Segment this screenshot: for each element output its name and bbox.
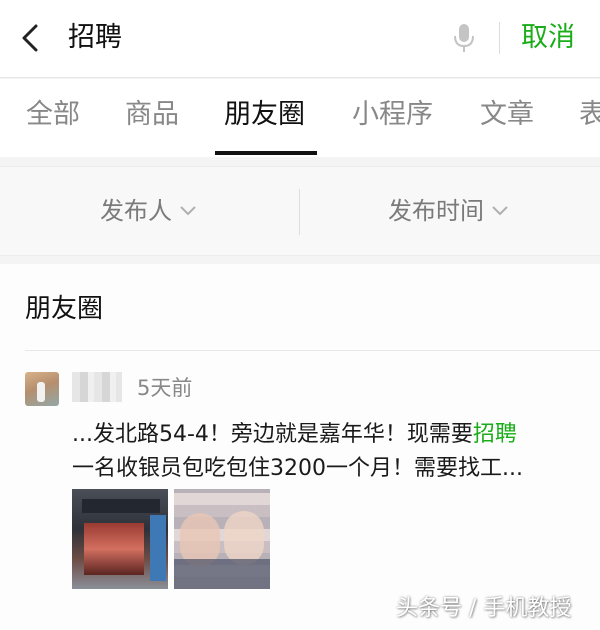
divider	[25, 350, 600, 351]
publish-time-filter[interactable]: 发布时间	[388, 194, 510, 228]
results-card: 朋友圈 5天前 ...发北路54-4！旁边就是嘉年华！现需要招聘 一名收银员包吃…	[0, 264, 600, 630]
tab-mini-programs[interactable]: 小程序	[352, 97, 433, 133]
publish-time-filter-label: 发布时间	[388, 197, 484, 225]
tab-more[interactable]: 表	[579, 97, 600, 133]
publisher-filter[interactable]: 发布人	[100, 194, 198, 228]
chevron-down-icon	[492, 206, 508, 216]
search-bar: 招聘 取消	[0, 0, 600, 78]
divider	[299, 189, 300, 235]
divider	[499, 22, 500, 54]
watermark: 头条号 / 手机教授	[396, 596, 572, 621]
post-image-blurred[interactable]	[174, 489, 270, 589]
post-text-line-1: ...发北路54-4！旁边就是嘉年华！现需要招聘	[72, 418, 582, 452]
filter-bar: 发布人 发布时间	[0, 166, 600, 256]
post-image-storefront[interactable]	[72, 489, 168, 589]
tab-articles[interactable]: 文章	[480, 97, 534, 133]
category-tabs: 全部 商品 朋友圈 小程序 文章 表	[0, 79, 600, 157]
tab-moments[interactable]: 朋友圈	[224, 97, 305, 133]
search-input[interactable]: 招聘	[68, 20, 122, 56]
section-title: 朋友圈	[25, 294, 104, 324]
keyword-highlight: 招聘	[472, 422, 517, 447]
active-tab-indicator	[215, 151, 317, 155]
publisher-filter-label: 发布人	[100, 197, 172, 225]
post-text-line-2: 一名收银员包吃包住3200一个月！需要找工...	[72, 456, 523, 481]
cancel-button[interactable]: 取消	[521, 20, 575, 56]
tab-all[interactable]: 全部	[26, 97, 80, 133]
tab-products[interactable]: 商品	[125, 97, 179, 133]
post-text[interactable]: ...发北路54-4！旁边就是嘉年华！现需要招聘 一名收银员包吃包住3200一个…	[72, 418, 582, 486]
post-text-prefix: ...发北路54-4！旁边就是嘉年华！现需要	[72, 422, 473, 447]
chevron-down-icon	[180, 206, 196, 216]
back-arrow-icon[interactable]	[14, 20, 50, 56]
post-time: 5天前	[137, 376, 193, 400]
microphone-icon[interactable]	[452, 22, 476, 54]
blurred-username[interactable]	[72, 372, 122, 402]
avatar[interactable]	[25, 372, 59, 406]
